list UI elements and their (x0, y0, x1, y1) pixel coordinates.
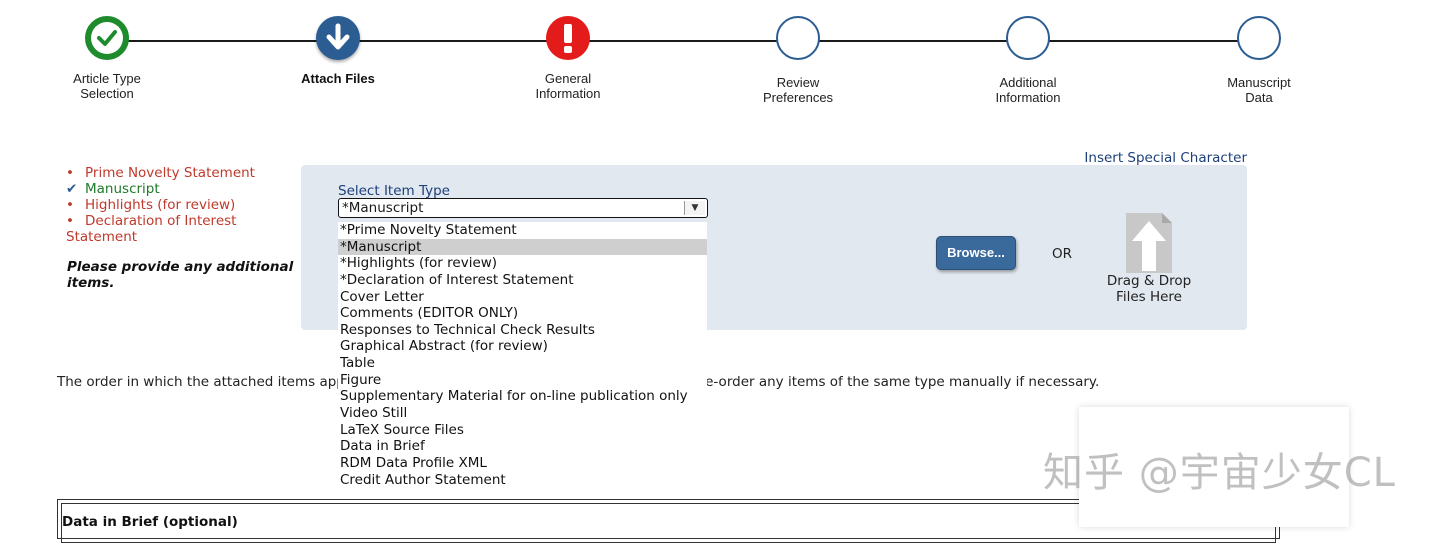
step-label: Attach Files (301, 71, 375, 86)
dropdown-option[interactable]: Video Still (338, 405, 707, 422)
bullet-icon: • (66, 213, 74, 229)
step-article-type-selection[interactable]: Article Type Selection (27, 16, 187, 101)
required-items-checklist: • Prime Novelty Statement ✔ Manuscript •… (66, 165, 296, 245)
dropdown-option-highlighted[interactable]: *Manuscript (338, 238, 707, 256)
step-review-preferences[interactable]: Review Preferences (718, 16, 878, 105)
step-manuscript-data[interactable]: Manuscript Data (1179, 16, 1339, 105)
step-label: General Information (535, 71, 601, 101)
dropdown-arrow-icon[interactable]: ▼ (684, 201, 705, 215)
select-item-type-label: Select Item Type (338, 183, 450, 199)
step-future-circle (1006, 16, 1050, 60)
step-current-circle (316, 16, 360, 60)
exclamation-icon (564, 24, 572, 53)
bullet-icon: • (66, 165, 74, 181)
dropdown-option[interactable]: *Highlights (for review) (338, 255, 707, 272)
step-attach-files[interactable]: Attach Files (258, 16, 418, 86)
data-in-brief-title: Data in Brief (optional) (62, 514, 238, 530)
dropdown-option[interactable]: Cover Letter (338, 289, 707, 306)
dropdown-option[interactable]: *Prime Novelty Statement (338, 222, 707, 239)
step-label: Manuscript Data (1227, 75, 1291, 105)
dropdown-option[interactable]: Credit Author Statement (338, 472, 707, 489)
step-done-circle (85, 16, 129, 60)
selected-item-type: *Manuscript (342, 200, 424, 216)
step-label: Article Type Selection (73, 71, 141, 101)
item-type-dropdown-list[interactable]: *Prime Novelty Statement *Manuscript *Hi… (338, 222, 707, 489)
step-future-circle (776, 16, 820, 60)
checklist-item: • Highlights (for review) (66, 197, 236, 213)
step-error-circle (546, 16, 590, 60)
checklist-item-continuation: Statement (66, 229, 138, 245)
dropdown-option[interactable]: *Declaration of Interest Statement (338, 272, 707, 289)
dropdown-option[interactable]: Data in Brief (338, 438, 707, 455)
dropdown-option[interactable]: LaTeX Source Files (338, 422, 707, 439)
step-future-circle (1237, 16, 1281, 60)
dropdown-option[interactable]: Table (338, 355, 707, 372)
watermark: 知乎 @宇宙少女CL (1043, 450, 1396, 496)
checklist-item: • Prime Novelty Statement (66, 165, 255, 181)
item-type-select[interactable]: *Manuscript ▼ (338, 198, 708, 218)
checklist-item: • Declaration of Interest (66, 213, 237, 229)
bullet-icon: • (66, 197, 74, 213)
checkmark-icon: ✔ (66, 181, 78, 197)
down-arrow-icon (326, 23, 350, 50)
or-separator: OR (1052, 246, 1073, 262)
step-general-information[interactable]: General Information (488, 16, 648, 101)
dropdown-option[interactable]: Figure (338, 372, 707, 389)
dropdown-option[interactable]: Graphical Abstract (for review) (338, 338, 707, 355)
dropdown-option[interactable]: Responses to Technical Check Results (338, 322, 707, 339)
step-label: Additional Information (995, 75, 1061, 105)
drag-drop-upload-icon[interactable] (1126, 213, 1172, 273)
browse-button[interactable]: Browse... (936, 236, 1016, 270)
insert-special-character-link[interactable]: Insert Special Character (1084, 150, 1247, 166)
checklist-item: ✔ Manuscript (66, 181, 160, 197)
dropdown-option[interactable]: Supplementary Material for on-line publi… (338, 388, 707, 405)
checkmark-icon (97, 30, 117, 46)
dropdown-option[interactable]: RDM Data Profile XML (338, 455, 707, 472)
step-label: Review Preferences (762, 75, 834, 105)
additional-items-prompt: Please provide any additional items. (67, 259, 294, 291)
step-additional-information[interactable]: Additional Information (948, 16, 1108, 105)
drag-drop-zone-label[interactable]: Drag & Drop Files Here (1100, 273, 1198, 305)
dropdown-option[interactable]: Comments (EDITOR ONLY) (338, 305, 707, 322)
